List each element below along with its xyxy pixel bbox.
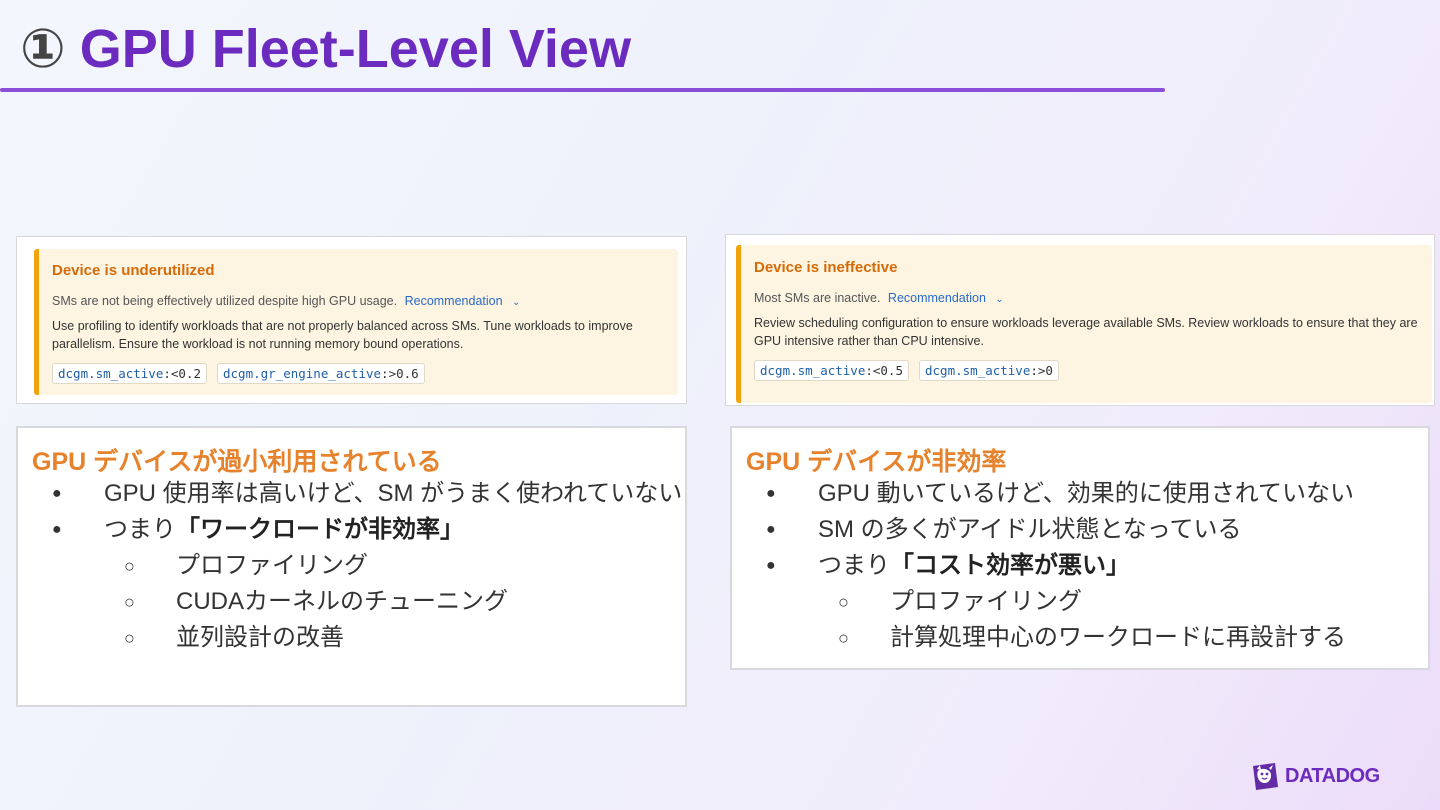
list-item-text: 並列設計の改善 bbox=[176, 624, 344, 651]
circle-bullet-icon: ○ bbox=[124, 556, 135, 576]
recommendation-link[interactable]: Recommendation bbox=[405, 294, 503, 308]
section-number: ① bbox=[20, 19, 66, 79]
list-item-text: つまり「ワークロードが非効率」 bbox=[104, 512, 464, 548]
tag-value: :<0.2 bbox=[163, 366, 201, 381]
sub-list-item: ○ プロファイリング bbox=[732, 584, 1428, 620]
circle-bullet-icon: ○ bbox=[838, 592, 849, 612]
list-item-text: プロファイリング bbox=[176, 552, 368, 579]
bullet-icon: ● bbox=[766, 521, 776, 538]
list-item-emphasis: 「コスト効率が悪い」 bbox=[890, 552, 1130, 579]
list-item: ● つまり「ワークロードが非効率」 bbox=[18, 512, 685, 548]
explanation-box-ineffective: GPU デバイスが非効率 ● GPU 動いているけど、効果的に使用されていない … bbox=[730, 426, 1430, 670]
list-item-text: CUDAカーネルのチューニング bbox=[176, 588, 509, 615]
tag-key: dcgm.gr_engine_active bbox=[223, 366, 382, 381]
tag-key: dcgm.sm_active bbox=[58, 366, 164, 381]
recommendation-link[interactable]: Recommendation bbox=[888, 291, 986, 305]
alert-underutilized: Device is underutilized SMs are not bein… bbox=[34, 249, 678, 395]
screenshot-ineffective: Device is ineffective Most SMs are inact… bbox=[725, 234, 1435, 406]
chevron-down-icon[interactable]: ⌄ bbox=[995, 294, 1003, 305]
circle-bullet-icon: ○ bbox=[124, 592, 135, 612]
tag-value: :<0.5 bbox=[865, 363, 903, 378]
slide-title: ① GPU Fleet-Level View bbox=[20, 14, 631, 84]
bullet-list: ● GPU 動いているけど、効果的に使用されていない ● SM の多くがアイドル… bbox=[732, 476, 1428, 656]
title-underline bbox=[0, 88, 1165, 92]
sub-list-item: ○ 計算処理中心のワークロードに再設計する bbox=[732, 620, 1428, 656]
tag-list: dcgm.sm_active:<0.2 dcgm.gr_engine_activ… bbox=[52, 363, 664, 384]
metric-tag[interactable]: dcgm.gr_engine_active:>0.6 bbox=[217, 363, 425, 384]
sub-list-item: ○ CUDAカーネルのチューニング bbox=[18, 584, 685, 620]
list-item: ● つまり「コスト効率が悪い」 bbox=[732, 548, 1428, 584]
metric-tag[interactable]: dcgm.sm_active:<0.2 bbox=[52, 363, 207, 384]
chevron-down-icon[interactable]: ⌄ bbox=[512, 297, 520, 308]
alert-subtitle: SMs are not being effectively utilized d… bbox=[52, 294, 664, 308]
slide-title-text: GPU Fleet-Level View bbox=[79, 19, 631, 79]
box-heading: GPU デバイスが非効率 bbox=[746, 448, 1007, 476]
list-item: ● GPU 動いているけど、効果的に使用されていない bbox=[732, 476, 1428, 512]
list-item-text: GPU 使用率は高いけど、SM がうまく使われていない bbox=[104, 480, 683, 507]
tag-key: dcgm.sm_active bbox=[925, 363, 1031, 378]
list-item-text: 計算処理中心のワークロードに再設計する bbox=[890, 624, 1346, 651]
alert-ineffective: Device is ineffective Most SMs are inact… bbox=[736, 245, 1432, 403]
list-item-text: GPU 動いているけど、効果的に使用されていない bbox=[818, 480, 1355, 507]
bullet-icon: ● bbox=[766, 557, 776, 574]
datadog-logo: DATADOG bbox=[1249, 760, 1380, 792]
tag-list: dcgm.sm_active:<0.5 dcgm.sm_active:>0 bbox=[754, 360, 1418, 381]
list-item-text: SM の多くがアイドル状態となっている bbox=[818, 516, 1242, 543]
metric-tag[interactable]: dcgm.sm_active:<0.5 bbox=[754, 360, 909, 381]
alert-title: Device is ineffective bbox=[754, 259, 898, 276]
sub-list-item: ○ プロファイリング bbox=[18, 548, 685, 584]
bullet-icon: ● bbox=[52, 485, 62, 502]
box-heading: GPU デバイスが過小利用されている bbox=[32, 448, 442, 476]
datadog-dog-icon bbox=[1253, 763, 1278, 790]
circle-bullet-icon: ○ bbox=[124, 628, 135, 648]
list-item-text: つまり「コスト効率が悪い」 bbox=[818, 548, 1130, 584]
list-item-prefix: つまり bbox=[818, 552, 890, 579]
tag-value: :>0 bbox=[1030, 363, 1053, 378]
tag-value: :>0.6 bbox=[381, 366, 419, 381]
alert-title: Device is underutilized bbox=[52, 262, 215, 279]
alert-subtitle-text: SMs are not being effectively utilized d… bbox=[52, 294, 398, 308]
bullet-list: ● GPU 使用率は高いけど、SM がうまく使われていない ● つまり「ワークロ… bbox=[18, 476, 685, 656]
alert-body: Use profiling to identify workloads that… bbox=[52, 319, 633, 351]
tag-key: dcgm.sm_active bbox=[760, 363, 866, 378]
alert-body: Review scheduling configuration to ensur… bbox=[754, 316, 1418, 348]
metric-tag[interactable]: dcgm.sm_active:>0 bbox=[919, 360, 1059, 381]
screenshot-underutilized: Device is underutilized SMs are not bein… bbox=[16, 236, 687, 404]
list-item-emphasis: 「ワークロードが非効率」 bbox=[176, 516, 464, 543]
circle-bullet-icon: ○ bbox=[838, 628, 849, 648]
list-item-prefix: つまり bbox=[104, 516, 176, 543]
logo-text: DATADOG bbox=[1285, 764, 1380, 787]
explanation-box-underutilized: GPU デバイスが過小利用されている ● GPU 使用率は高いけど、SM がうま… bbox=[16, 426, 687, 707]
sub-list-item: ○ 並列設計の改善 bbox=[18, 620, 685, 656]
alert-subtitle: Most SMs are inactive. Recommendation ⌄ bbox=[754, 291, 1418, 305]
alert-subtitle-text: Most SMs are inactive. bbox=[754, 291, 881, 305]
list-item: ● SM の多くがアイドル状態となっている bbox=[732, 512, 1428, 548]
list-item: ● GPU 使用率は高いけど、SM がうまく使われていない bbox=[18, 476, 685, 512]
bullet-icon: ● bbox=[766, 485, 776, 502]
list-item-text: プロファイリング bbox=[890, 588, 1082, 615]
bullet-icon: ● bbox=[52, 521, 62, 538]
